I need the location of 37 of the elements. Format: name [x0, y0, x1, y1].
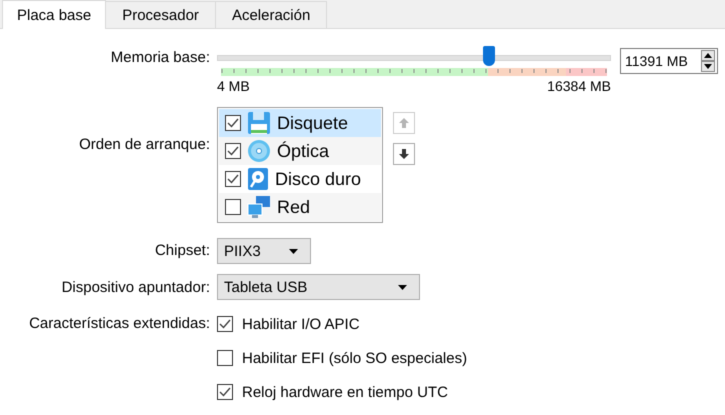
boot-item[interactable]: Disco duro	[219, 165, 381, 193]
chipset-dropdown[interactable]: PIIX3	[217, 238, 311, 264]
spin-arrows-icon[interactable]	[701, 50, 715, 72]
checkbox[interactable]	[225, 171, 241, 187]
tab[interactable]: Aceleración	[214, 1, 328, 28]
move-down-button[interactable]	[393, 143, 415, 165]
caret-icon	[398, 284, 407, 290]
slider[interactable]	[217, 46, 611, 66]
slider-thumb[interactable]	[482, 46, 495, 66]
field-label: Dispositivo apuntador:	[62, 278, 210, 298]
field-label: Características extendidas:	[29, 314, 210, 334]
pointing-device-dropdown[interactable]: Tableta USB	[217, 274, 420, 300]
checkbox[interactable]	[225, 115, 241, 131]
checkbox-label[interactable]: Reloj hardware en tiempo UTC	[242, 384, 448, 400]
checkbox[interactable]	[217, 316, 233, 332]
min-label: 4 MB	[217, 77, 250, 95]
disc-icon	[247, 139, 271, 163]
checkbox-label[interactable]: Habilitar EFI (sólo SO especiales)	[242, 350, 468, 366]
arrow-down-icon	[398, 148, 410, 160]
tab[interactable]: Placa base	[2, 0, 106, 29]
checkbox[interactable]	[225, 143, 241, 159]
checkbox[interactable]	[225, 199, 241, 215]
boot-item[interactable]: Óptica	[219, 137, 381, 165]
spin-box[interactable]: 11391 MB	[620, 48, 718, 74]
checkbox-label[interactable]: Habilitar I/O APIC	[242, 316, 360, 332]
boot-item[interactable]: Red	[219, 193, 381, 221]
boot-item[interactable]: Disquete	[219, 109, 381, 137]
network-icon	[247, 195, 271, 219]
field-label: Chipset:	[154, 241, 210, 261]
checkbox[interactable]	[217, 384, 233, 400]
field-label: Memoria base:	[110, 48, 210, 68]
checkbox[interactable]	[217, 350, 233, 366]
arrow-up-icon	[398, 117, 410, 129]
caret-icon	[289, 248, 298, 254]
field-label: Orden de arranque:	[79, 135, 210, 155]
max-label: 16384 MB	[547, 77, 611, 95]
floppy-icon	[247, 111, 271, 135]
